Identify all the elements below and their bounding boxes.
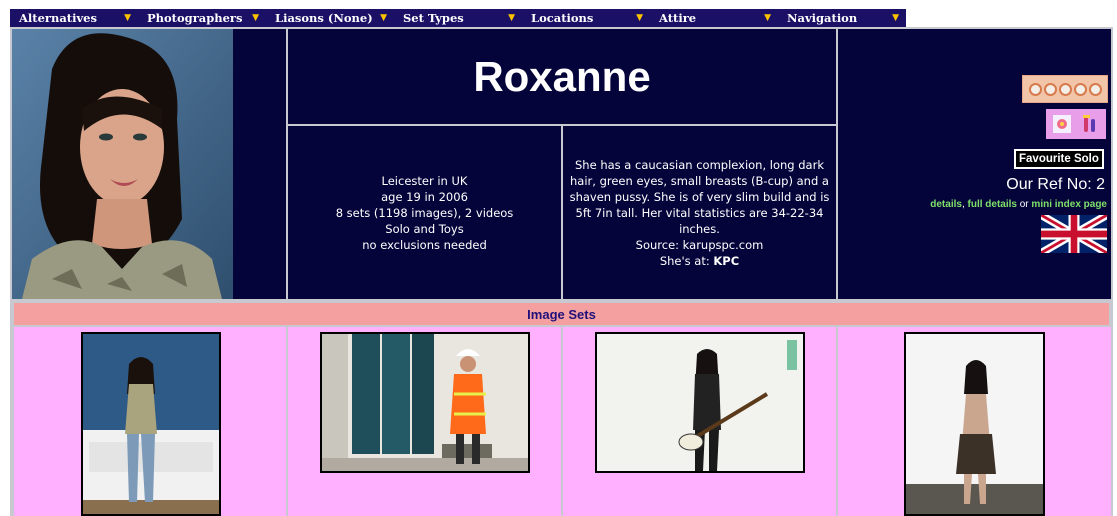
nav-photographers[interactable]: Photographers ▼ xyxy=(138,9,266,27)
portrait-cell xyxy=(12,29,286,299)
shes-at-label: She's at: xyxy=(659,253,714,268)
rating-dot-icon xyxy=(1028,82,1042,96)
dropdown-arrow-icon: ▼ xyxy=(380,13,387,23)
nav-label: Locations xyxy=(531,11,594,25)
set-thumbnail-image xyxy=(322,334,528,471)
model-info: Leicester in UK age 19 in 2006 8 sets (1… xyxy=(336,173,514,253)
nav-set-types[interactable]: Set Types ▼ xyxy=(394,9,522,27)
side-panel: Favourite Solo Our Ref No: 2 details, fu… xyxy=(838,29,1111,299)
nav-label: Attire xyxy=(659,11,697,25)
rating-dot-icon xyxy=(1073,82,1087,96)
name-cell: Roxanne xyxy=(288,29,836,124)
age-text: age 19 in 2006 xyxy=(381,189,468,204)
set-cell xyxy=(288,327,561,516)
model-name: Roxanne xyxy=(473,52,651,100)
model-profile-table: Roxanne Leicester in UK age 19 in 2006 8… xyxy=(10,27,1113,516)
set-count-text: 8 sets (1198 images), 2 videos xyxy=(335,205,514,220)
set-thumbnail[interactable] xyxy=(320,332,530,473)
nav-liasons[interactable]: Liasons (None) ▼ xyxy=(266,9,394,27)
mini-index-link[interactable]: mini index page xyxy=(1031,199,1107,210)
info-cell: Leicester in UK age 19 in 2006 8 sets (1… xyxy=(288,126,561,299)
rating-dot-icon xyxy=(1043,82,1057,96)
set-thumbnail[interactable] xyxy=(81,332,221,516)
full-details-link[interactable]: full details xyxy=(968,199,1017,210)
model-portrait-image[interactable] xyxy=(12,29,233,299)
rating-dot-icon xyxy=(1088,82,1102,96)
rating-dot-icon xyxy=(1058,82,1072,96)
nav-locations[interactable]: Locations ▼ xyxy=(522,9,650,27)
rating-dots xyxy=(1022,75,1108,103)
dropdown-arrow-icon: ▼ xyxy=(892,13,899,23)
nav-navigation[interactable]: Navigation ▼ xyxy=(778,9,906,27)
nav-label: Liasons (None) xyxy=(275,11,373,25)
dropdown-arrow-icon: ▼ xyxy=(636,13,643,23)
nav-alternatives[interactable]: Alternatives ▼ xyxy=(10,9,138,27)
set-cell xyxy=(563,327,836,516)
dropdown-arrow-icon: ▼ xyxy=(764,13,771,23)
reference-number: Our Ref No: 2 xyxy=(1006,176,1105,193)
set-types-text: Solo and Toys xyxy=(385,221,464,236)
set-thumbnail[interactable] xyxy=(904,332,1045,516)
description-text: She has a caucasian complexion, long dar… xyxy=(569,157,830,236)
toys-icon xyxy=(1083,115,1095,132)
set-thumbnail-image xyxy=(83,334,219,514)
source-text: Source: karupspc.com xyxy=(635,237,764,252)
uk-flag-icon xyxy=(1041,215,1107,253)
description-cell: She has a caucasian complexion, long dar… xyxy=(563,126,836,299)
set-cell xyxy=(838,327,1111,516)
favourite-solo-button[interactable]: Favourite Solo xyxy=(1014,149,1104,169)
image-sets-header: Image Sets xyxy=(14,303,1109,325)
nav-attire[interactable]: Attire ▼ xyxy=(650,9,778,27)
shes-at-line: She's at: KPC xyxy=(567,253,832,269)
flower-icon xyxy=(1053,115,1071,133)
set-thumbnail-image xyxy=(906,334,1043,514)
set-thumbnail[interactable] xyxy=(595,332,805,473)
nav-label: Set Types xyxy=(403,11,464,25)
dropdown-arrow-icon: ▼ xyxy=(252,13,259,23)
site-link[interactable]: KPC xyxy=(713,254,739,268)
details-link[interactable]: details xyxy=(930,199,962,210)
set-thumbnail-image xyxy=(597,334,803,471)
detail-links: details, full details or mini index page xyxy=(930,199,1107,210)
model-description: She has a caucasian complexion, long dar… xyxy=(567,157,832,269)
dropdown-arrow-icon: ▼ xyxy=(508,13,515,23)
top-nav-bar: Alternatives ▼ Photographers ▼ Liasons (No… xyxy=(10,9,906,27)
dropdown-arrow-icon: ▼ xyxy=(124,13,131,23)
link-separator: or xyxy=(1016,199,1032,210)
nav-label: Alternatives xyxy=(19,11,97,25)
exclusions-text: no exclusions needed xyxy=(362,237,487,252)
nav-label: Photographers xyxy=(147,11,243,25)
set-type-icons xyxy=(1046,109,1106,139)
location-text: Leicester in UK xyxy=(381,173,468,188)
set-cell xyxy=(14,327,286,516)
nav-label: Navigation xyxy=(787,11,858,25)
